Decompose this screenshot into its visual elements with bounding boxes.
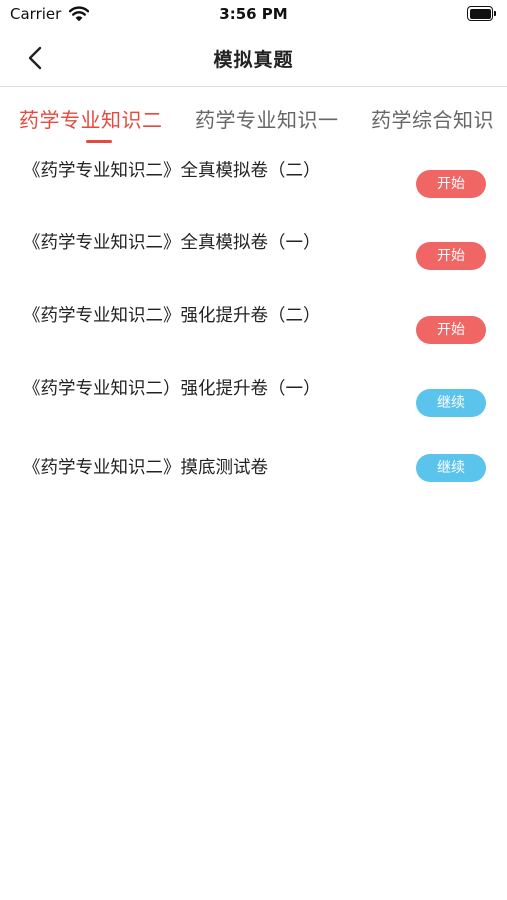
back-button[interactable] — [18, 40, 54, 76]
exam-title: 《药学专业知识二》摸底测试卷 — [23, 458, 268, 478]
tab-bar: 药学专业知识二 药学专业知识一 药学综合知识 — [0, 88, 507, 146]
chevron-left-icon — [28, 46, 42, 70]
start-button[interactable]: 开始 — [416, 316, 486, 344]
screen: Carrier 3:56 PM 模拟真题 药学专业知识二 药学专业知识一 药学综… — [0, 0, 507, 900]
tab-pharm-knowledge-1[interactable]: 药学专业知识一 — [195, 104, 339, 133]
status-time: 3:56 PM — [219, 5, 288, 23]
status-bar: Carrier 3:56 PM — [0, 0, 507, 30]
continue-button[interactable]: 继续 — [416, 454, 486, 482]
exam-title: 《药学专业知识二》全真模拟卷（一） — [23, 233, 321, 253]
tab-pharm-comprehensive[interactable]: 药学综合知识 — [371, 104, 494, 133]
exam-title: 《药学专业知识二）强化提升卷（一） — [23, 379, 321, 399]
active-tab-indicator — [86, 140, 112, 143]
nav-bar: 模拟真题 — [0, 30, 507, 87]
exam-title: 《药学专业知识二》强化提升卷（二） — [23, 306, 321, 326]
start-button[interactable]: 开始 — [416, 170, 486, 198]
battery-icon — [467, 6, 497, 21]
exam-title: 《药学专业知识二》全真模拟卷（二） — [23, 161, 321, 181]
continue-button[interactable]: 继续 — [416, 389, 486, 417]
page-title: 模拟真题 — [213, 49, 294, 71]
tab-pharm-knowledge-2[interactable]: 药学专业知识二 — [19, 104, 163, 133]
start-button[interactable]: 开始 — [416, 242, 486, 270]
